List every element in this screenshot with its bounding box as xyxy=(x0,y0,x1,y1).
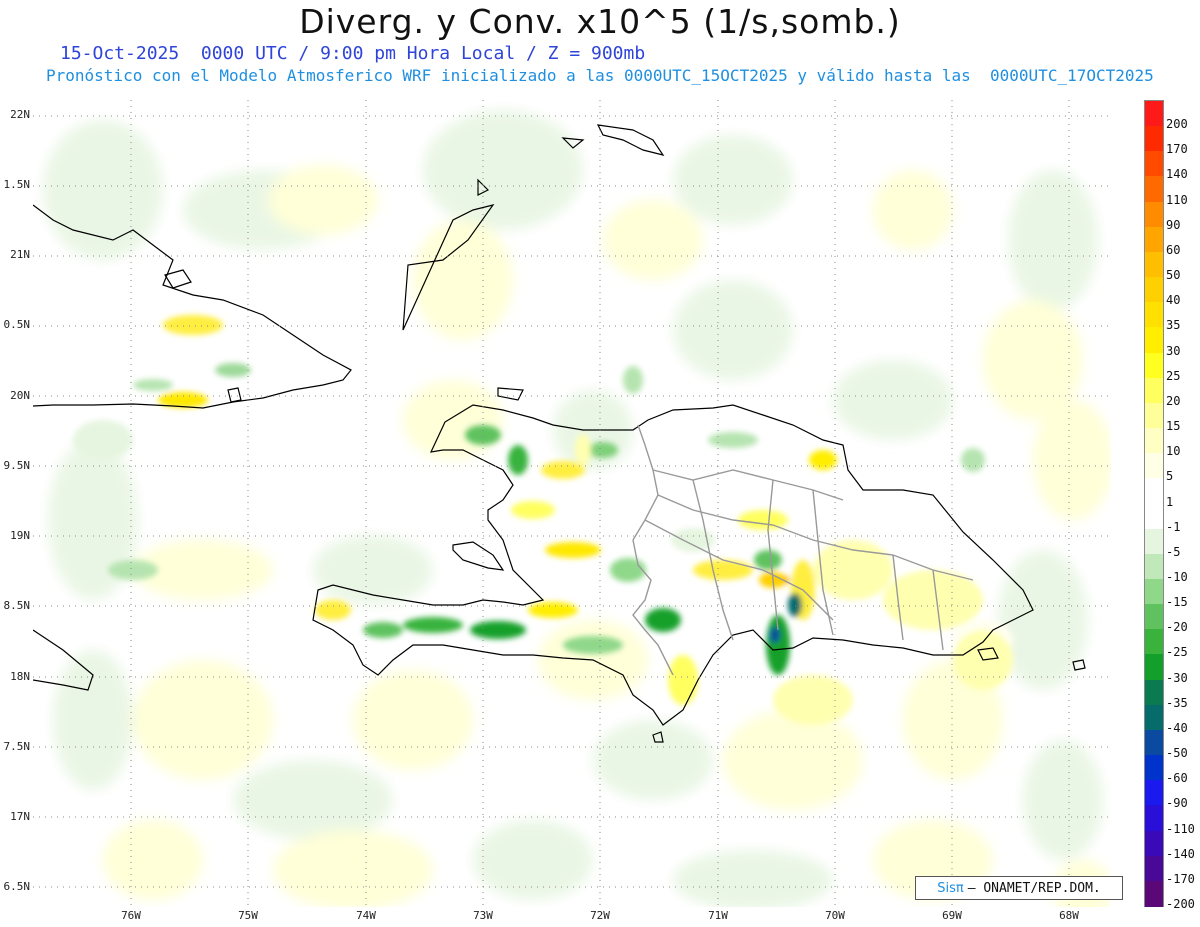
colorbar-swatch xyxy=(1145,604,1163,631)
colorbar-swatch xyxy=(1145,755,1163,782)
colorbar-label: 200 xyxy=(1166,117,1188,132)
colorbar-label: 15 xyxy=(1166,419,1181,434)
lon-label: 74W xyxy=(356,909,376,922)
colorbar-label: 40 xyxy=(1166,293,1181,308)
colorbar xyxy=(1144,100,1164,907)
colorbar-label: -170 xyxy=(1166,871,1195,886)
colorbar-label: -140 xyxy=(1166,846,1195,861)
colorbar-label: 170 xyxy=(1166,142,1188,157)
colorbar-swatch xyxy=(1145,302,1163,329)
lat-label: 1.5N xyxy=(3,178,31,191)
colorbar-swatch xyxy=(1145,880,1163,907)
colorbar-swatch xyxy=(1145,553,1163,580)
colorbar-swatch xyxy=(1145,453,1163,480)
colorbar-label: 110 xyxy=(1166,192,1188,207)
colorbar-swatch xyxy=(1145,805,1163,832)
lat-label: 19N xyxy=(10,529,30,542)
colorbar-swatch xyxy=(1145,855,1163,882)
colorbar-label: -60 xyxy=(1166,771,1188,786)
colorbar-label: 35 xyxy=(1166,318,1181,333)
colorbar-swatch xyxy=(1145,377,1163,404)
colorbar-swatch xyxy=(1145,101,1163,127)
colorbar-label: 90 xyxy=(1166,217,1181,232)
lon-label: 76W xyxy=(121,909,141,922)
colorbar-swatch xyxy=(1145,428,1163,455)
colorbar-swatch xyxy=(1145,679,1163,706)
colorbar-swatch xyxy=(1145,126,1163,153)
lat-label: 22N xyxy=(10,108,30,121)
colorbar-label: 1 xyxy=(1166,494,1174,509)
colorbar-swatch xyxy=(1145,830,1163,857)
colorbar-swatch xyxy=(1145,578,1163,605)
colorbar-label: 60 xyxy=(1166,242,1181,257)
colorbar-label: 50 xyxy=(1166,268,1181,283)
colorbar-label: 140 xyxy=(1166,167,1188,182)
lon-label: 75W xyxy=(238,909,258,922)
colorbar-label: 25 xyxy=(1166,368,1181,383)
colorbar-swatch xyxy=(1145,352,1163,379)
colorbar-label: -35 xyxy=(1166,695,1188,710)
colorbar-label: -40 xyxy=(1166,720,1188,735)
map-panel xyxy=(33,100,1111,907)
colorbar-swatch xyxy=(1145,503,1163,530)
lat-label: 9.5N xyxy=(3,459,31,472)
colorbar-swatch xyxy=(1145,277,1163,304)
colorbar-label: -30 xyxy=(1166,670,1188,685)
lat-label: 7.5N xyxy=(3,740,31,753)
lon-label: 73W xyxy=(473,909,493,922)
colorbar-label: -1 xyxy=(1166,519,1181,534)
colorbar-label: -90 xyxy=(1166,796,1188,811)
colorbar-swatch xyxy=(1145,402,1163,429)
lat-label: 18N xyxy=(10,670,30,683)
credit-text: – ONAMET/REP.DOM. xyxy=(967,880,1101,896)
colorbar-swatch xyxy=(1145,327,1163,354)
valid-time-line: 15-Oct-2025 0000 UTC / 9:00 pm Hora Loca… xyxy=(60,43,646,64)
colorbar-label: 30 xyxy=(1166,343,1181,358)
lon-label: 70W xyxy=(825,909,845,922)
colorbar-swatch xyxy=(1145,704,1163,731)
colorbar-swatch xyxy=(1145,729,1163,756)
colorbar-label: -25 xyxy=(1166,645,1188,660)
colorbar-swatch xyxy=(1145,528,1163,555)
colorbar-label: -15 xyxy=(1166,595,1188,610)
shading-broad xyxy=(43,110,1111,907)
colorbar-label: 20 xyxy=(1166,393,1181,408)
lat-label: 21N xyxy=(10,248,30,261)
lat-label: 17N xyxy=(10,810,30,823)
lat-label: 6.5N xyxy=(3,880,31,893)
colorbar-swatch xyxy=(1145,629,1163,656)
lat-label: 20N xyxy=(10,389,30,402)
colorbar-label: -10 xyxy=(1166,569,1188,584)
lon-label: 71W xyxy=(708,909,728,922)
colorbar-label: 10 xyxy=(1166,444,1181,459)
sispi-logo: Sisπ xyxy=(937,880,964,896)
lon-label: 68W xyxy=(1059,909,1079,922)
colorbar-label: -200 xyxy=(1166,897,1195,911)
lat-label: 8.5N xyxy=(3,599,31,612)
colorbar-swatch xyxy=(1145,151,1163,178)
colorbar-swatch xyxy=(1145,251,1163,278)
colorbar-label: 5 xyxy=(1166,469,1174,484)
lon-label: 72W xyxy=(590,909,610,922)
colorbar-label: -110 xyxy=(1166,821,1195,836)
lat-label: 0.5N xyxy=(3,318,31,331)
colorbar-label: -5 xyxy=(1166,544,1181,559)
colorbar-swatch xyxy=(1145,780,1163,807)
model-info-line: Pronóstico con el Modelo Atmosferico WRF… xyxy=(46,66,1154,85)
colorbar-swatch xyxy=(1145,226,1163,253)
colorbar-swatch xyxy=(1145,478,1163,505)
map-title: Diverg. y Conv. x10^5 (1/s,somb.) xyxy=(299,2,901,41)
colorbar-label: -50 xyxy=(1166,746,1188,761)
divergence-map xyxy=(33,100,1111,907)
credit-box: Sisπ – ONAMET/REP.DOM. xyxy=(915,876,1123,900)
lon-label: 69W xyxy=(942,909,962,922)
colorbar-swatch xyxy=(1145,654,1163,681)
colorbar-swatch xyxy=(1145,176,1163,203)
colorbar-swatch xyxy=(1145,201,1163,228)
colorbar-label: -20 xyxy=(1166,620,1188,635)
